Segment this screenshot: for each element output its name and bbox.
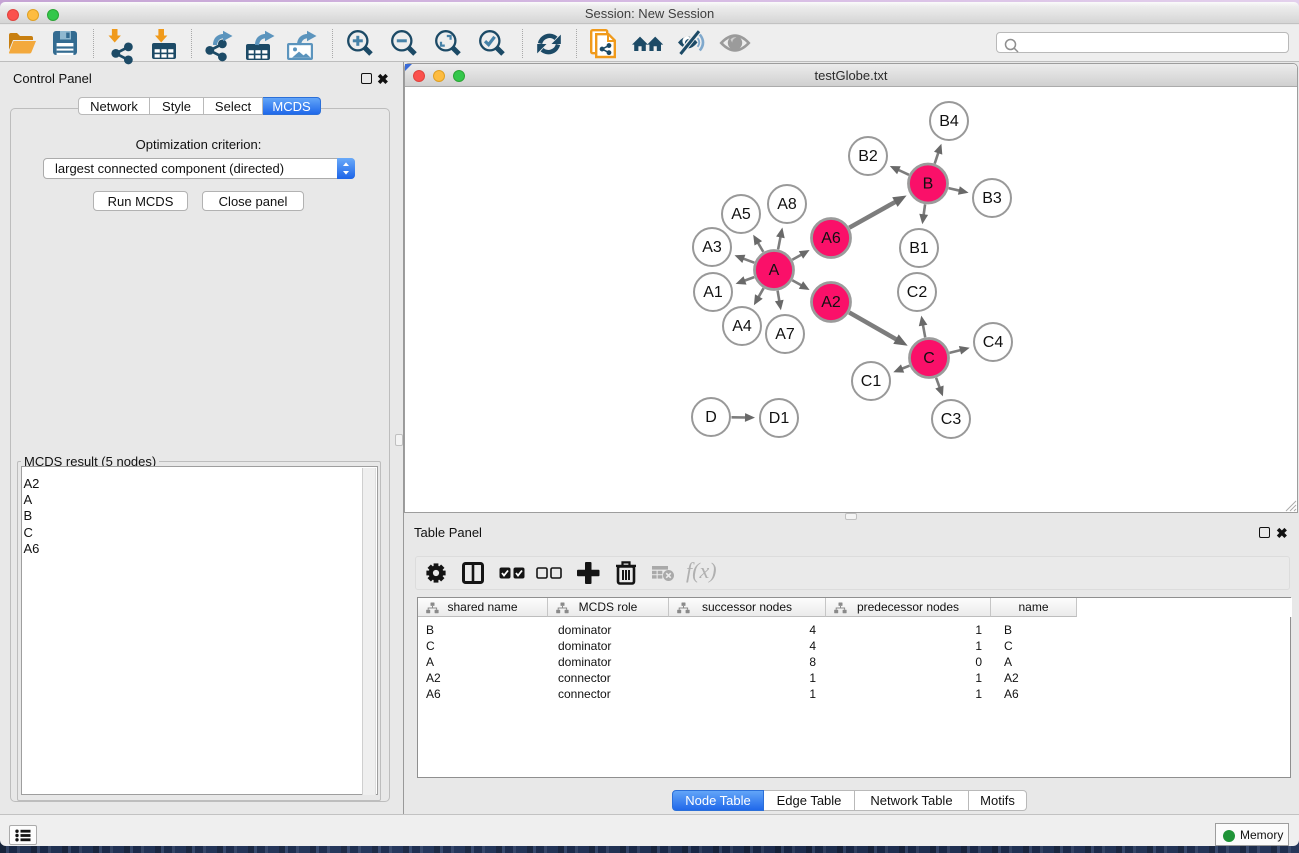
- svg-text:B2: B2: [858, 148, 878, 165]
- svg-text:D: D: [705, 409, 717, 426]
- svg-text:A4: A4: [732, 318, 752, 335]
- svg-text:A2: A2: [821, 294, 841, 311]
- svg-text:A1: A1: [703, 284, 723, 301]
- svg-text:C2: C2: [907, 284, 928, 301]
- svg-text:A7: A7: [775, 326, 795, 343]
- svg-text:A5: A5: [731, 206, 751, 223]
- svg-text:C1: C1: [861, 373, 882, 390]
- svg-text:C4: C4: [983, 334, 1004, 351]
- svg-text:A3: A3: [702, 239, 722, 256]
- svg-text:D1: D1: [769, 410, 790, 427]
- svg-text:A6: A6: [821, 230, 841, 247]
- svg-text:A: A: [769, 262, 780, 279]
- svg-text:C: C: [923, 350, 935, 367]
- svg-text:C3: C3: [941, 411, 962, 428]
- svg-text:B: B: [923, 176, 934, 193]
- svg-text:B1: B1: [909, 240, 929, 257]
- svg-text:B3: B3: [982, 190, 1002, 207]
- svg-text:B4: B4: [939, 113, 959, 130]
- svg-text:A8: A8: [777, 196, 797, 213]
